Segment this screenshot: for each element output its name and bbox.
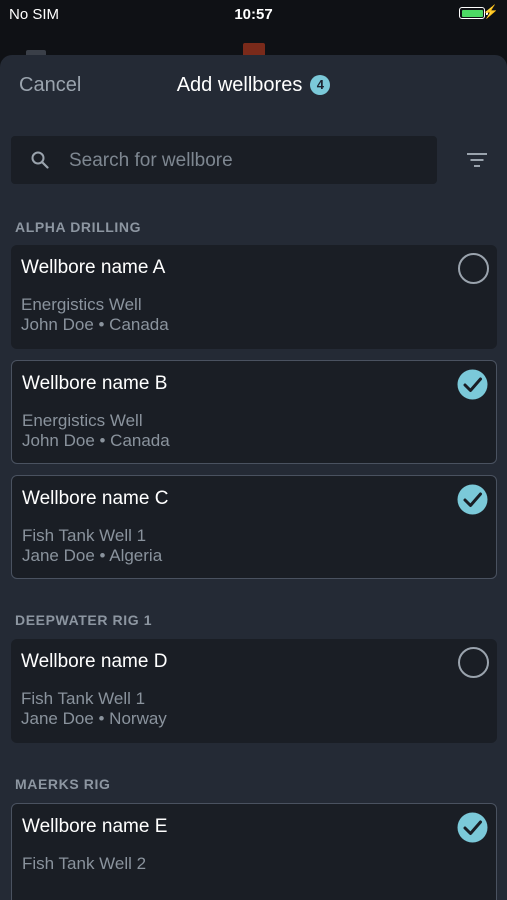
wellbore-card[interactable]: Wellbore name E Fish Tank Well 2 [11, 803, 497, 900]
wellbore-name: Wellbore name A [21, 257, 166, 278]
charging-icon: ⚡ [482, 4, 499, 19]
battery-icon [459, 7, 488, 19]
wellbore-owner-country: Jane Doe • Algeria [22, 546, 163, 565]
filter-icon[interactable] [466, 151, 488, 169]
wellbore-name: Wellbore name E [22, 816, 168, 837]
well-name: Energistics Well [22, 411, 143, 430]
wellbore-card[interactable]: Wellbore name D Fish Tank Well 1 Jane Doe … [11, 639, 497, 743]
add-wellbores-sheet: Cancel Add wellbores 4 Search for wellbor… [0, 55, 507, 900]
wellbore-owner-country: John Doe • Canada [22, 431, 170, 450]
radio-empty-icon[interactable] [458, 647, 489, 678]
wellbore-card[interactable]: Wellbore name C Fish Tank Well 1 Jane Doe … [11, 475, 497, 579]
wellbore-card[interactable]: Wellbore name B Energistics Well John Doe … [11, 360, 497, 464]
wellbore-card[interactable]: Wellbore name A Energistics Well John Doe … [11, 245, 497, 349]
section-header: ALPHA DRILLING [15, 219, 142, 235]
check-circle-icon[interactable] [457, 812, 488, 843]
wellbore-name: Wellbore name B [22, 373, 168, 394]
wellbore-name: Wellbore name C [22, 488, 169, 509]
wellbore-name: Wellbore name D [21, 651, 168, 672]
well-name: Energistics Well [21, 295, 142, 314]
radio-empty-icon[interactable] [458, 253, 489, 284]
selection-count-badge: 4 [310, 75, 331, 95]
section-header: MAERKS RIG [15, 776, 111, 792]
status-bar: No SIM 10:57 ⚡ [0, 0, 507, 30]
well-name: Fish Tank Well 2 [22, 854, 147, 873]
section-header: DEEPWATER RIG 1 [15, 612, 153, 628]
check-circle-icon[interactable] [457, 369, 488, 400]
search-icon [31, 151, 49, 169]
well-name: Fish Tank Well 1 [21, 689, 146, 708]
battery-fill [461, 9, 483, 17]
well-name: Fish Tank Well 1 [22, 526, 147, 545]
wellbore-owner-country: John Doe • Canada [21, 315, 169, 334]
search-input[interactable]: Search for wellbore [69, 150, 233, 172]
clock: 10:57 [234, 6, 273, 23]
title-container: Add wellbores 4 [0, 74, 507, 97]
search-field[interactable]: Search for wellbore [11, 136, 437, 184]
check-circle-icon[interactable] [457, 484, 488, 515]
wellbore-owner-country: Jane Doe • Norway [21, 709, 167, 728]
nav-bar: Cancel Add wellbores 4 [0, 55, 507, 115]
page-title: Add wellbores [176, 74, 303, 96]
